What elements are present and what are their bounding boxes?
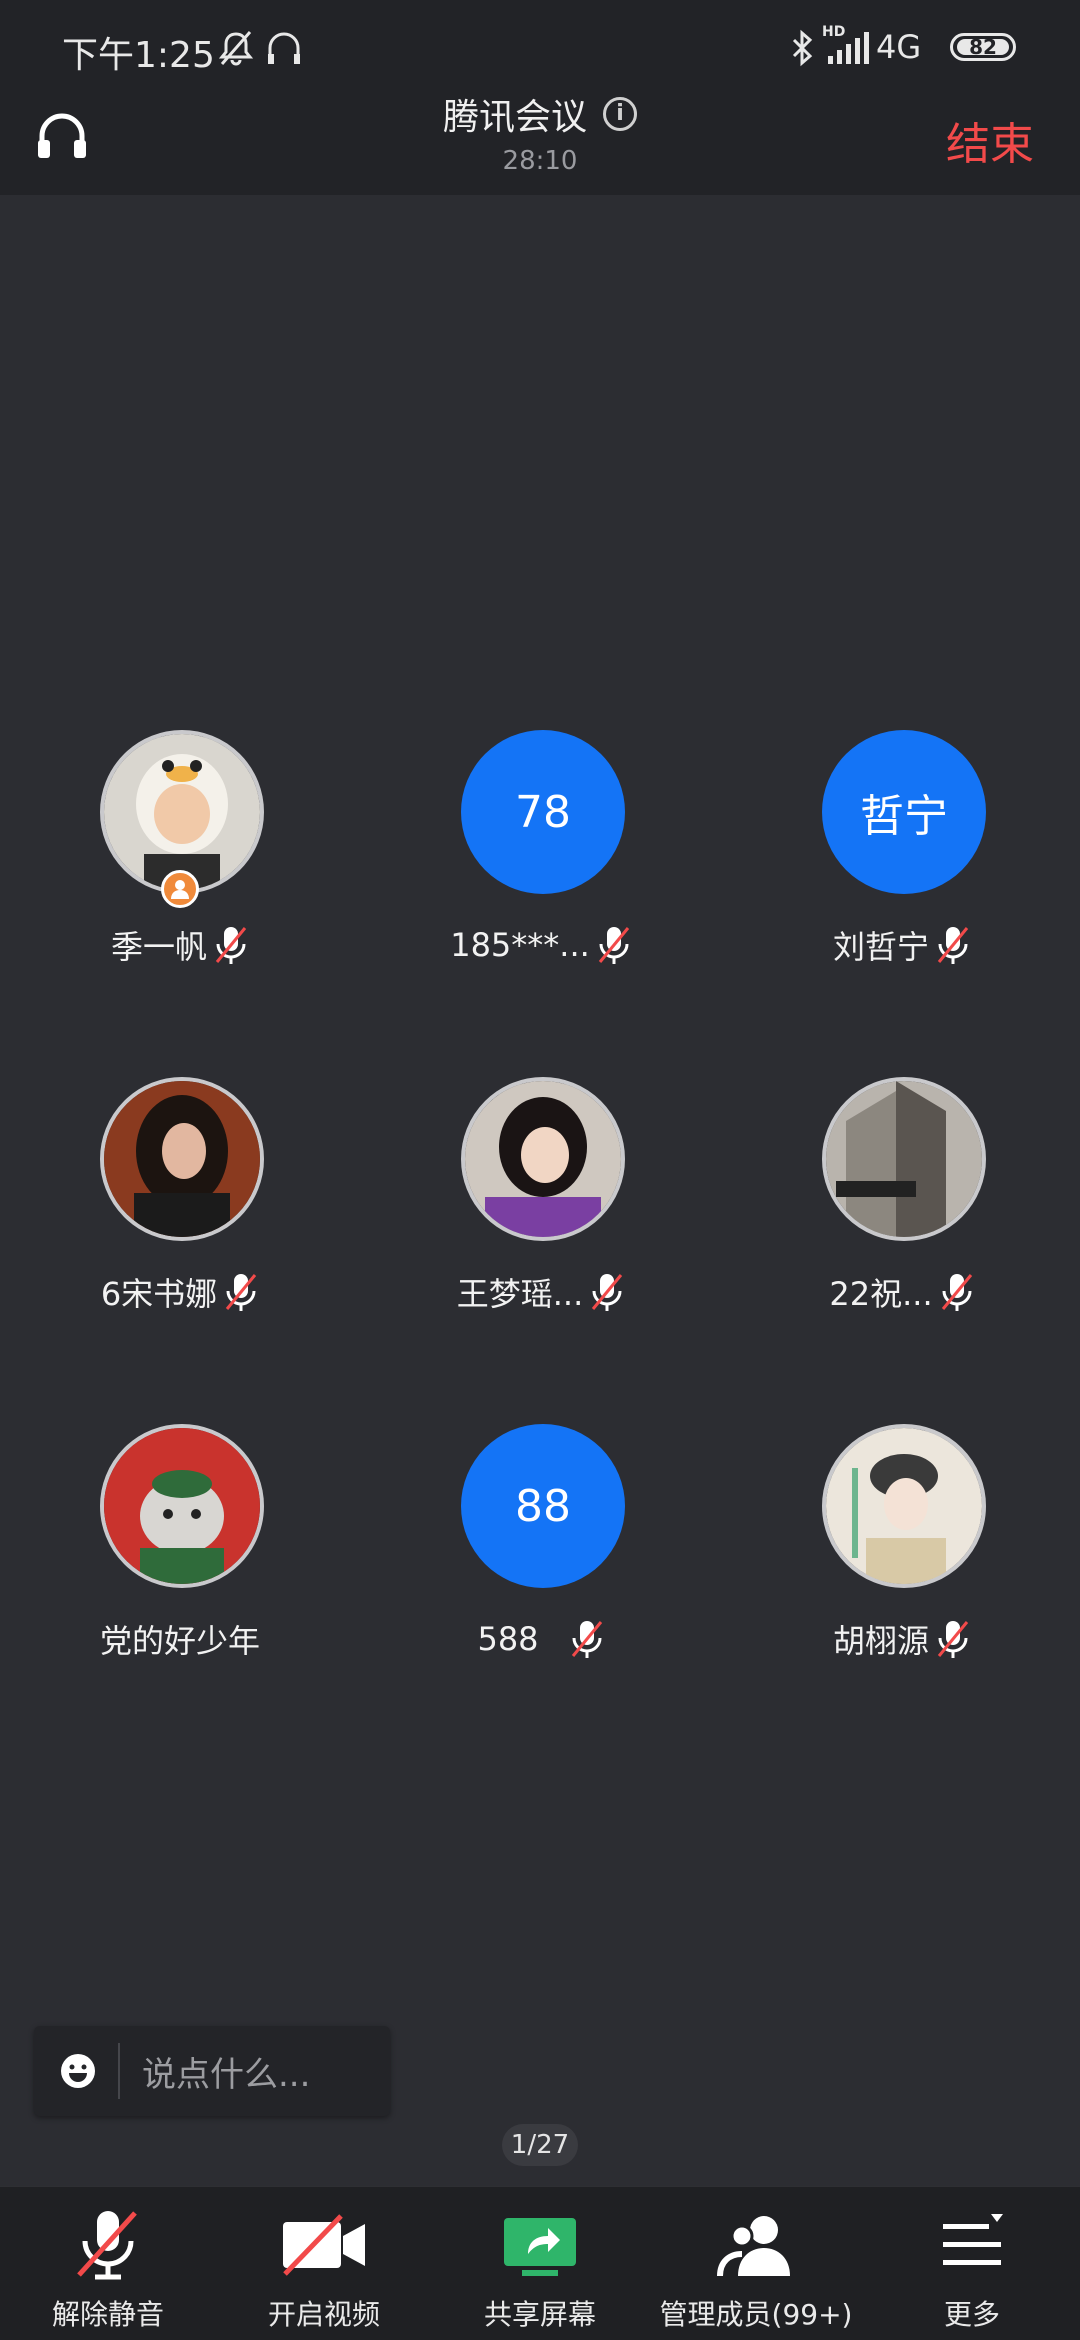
headphone-status-icon [268, 32, 300, 64]
participant-tile[interactable]: 季一帆 [60, 730, 300, 990]
participant-tile[interactable]: 22祝... [782, 1077, 1022, 1337]
unmute-button[interactable]: 解除静音 [0, 2187, 216, 2340]
participant-label: 王梦瑶... [421, 1267, 661, 1317]
participant-label: 6宋书娜 [60, 1267, 300, 1317]
participant-name: 王梦瑶... [456, 1275, 584, 1313]
unmute-label: 解除静音 [51, 2298, 164, 2331]
participant-avatar [100, 1077, 264, 1241]
participant-avatar [822, 1424, 986, 1588]
chat-placeholder: 说点什么... [142, 2054, 311, 2095]
mic-off-icon [77, 2211, 137, 2280]
mic-muted-icon [215, 927, 247, 964]
participant-tile[interactable]: 88 588 [421, 1424, 661, 1684]
emoji-icon[interactable] [60, 2053, 96, 2089]
participant-name: 6宋书娜 [100, 1275, 218, 1313]
more-label: 更多 [943, 2298, 1000, 2331]
participant-label: 588 [421, 1614, 661, 1664]
signal-icon [828, 32, 869, 64]
participant-label: 刘哲宁 [782, 920, 1022, 970]
bottom-toolbar: 解除静音 开启视频 共享屏幕 管理成员(99+) 更多 [0, 2186, 1080, 2340]
members-icon [717, 2216, 790, 2277]
status-time: 下午1:25 [62, 35, 215, 76]
mic-muted-icon [592, 1274, 623, 1311]
participant-label: 党的好少年 [60, 1614, 300, 1664]
manage-members-label: 管理成员(99+) [659, 2298, 853, 2331]
participant-tile[interactable]: 哲宁 刘哲宁 [782, 730, 1022, 990]
share-screen-label: 共享屏幕 [483, 2298, 596, 2331]
battery-indicator: 82 [950, 33, 1016, 61]
participant-tile[interactable]: 胡栩源 [782, 1424, 1022, 1684]
participant-label: 185***... [421, 920, 661, 970]
mic-muted-icon [226, 1274, 257, 1311]
participant-avatar [461, 1077, 625, 1241]
participant-label: 22祝... [782, 1267, 1022, 1317]
participant-name: 刘哲宁 [832, 928, 929, 966]
mic-muted-icon [941, 1274, 972, 1311]
mic-muted-icon [937, 927, 969, 964]
mic-muted-icon [571, 1621, 602, 1658]
page-indicator: 1/27 [502, 2124, 578, 2166]
participant-avatar: 78 [461, 730, 625, 894]
participant-tile[interactable]: 王梦瑶... [421, 1077, 661, 1337]
mic-muted-icon [598, 927, 629, 964]
participant-name: 185***... [450, 926, 590, 964]
bluetooth-icon [792, 29, 813, 67]
mic-muted-icon [937, 1621, 969, 1658]
participant-avatar: 88 [461, 1424, 625, 1588]
top-bar: 下午1:25 HD 4G 82 腾讯会议 i 28:10 结束 [0, 0, 1080, 195]
meeting-title[interactable]: 腾讯会议 i [0, 88, 1080, 140]
start-video-label: 开启视频 [267, 2298, 380, 2331]
participant-name: 胡栩源 [832, 1622, 929, 1660]
participant-name: 588 [477, 1620, 539, 1658]
participant-name: 季一帆 [110, 928, 207, 966]
more-button[interactable]: 更多 [864, 2187, 1080, 2340]
manage-members-button[interactable]: 管理成员(99+) [648, 2187, 864, 2340]
bell-off-icon [218, 31, 254, 66]
participant-avatar [822, 1077, 986, 1241]
participant-tile[interactable]: 党的好少年 [60, 1424, 300, 1684]
more-menu-icon [943, 2214, 1003, 2265]
meeting-screen: 下午1:25 HD 4G 82 腾讯会议 i 28:10 结束 季一帆 78 1… [0, 0, 1080, 2340]
network-label: 4G [876, 28, 922, 66]
participant-name: 党的好少年 [99, 1622, 260, 1660]
video-off-icon [283, 2214, 365, 2276]
meeting-title-text: 腾讯会议 [442, 97, 587, 138]
chat-divider [118, 2043, 120, 2099]
share-screen-button[interactable]: 共享屏幕 [432, 2187, 648, 2340]
participant-tile[interactable]: 6宋书娜 [60, 1077, 300, 1337]
chat-input[interactable]: 说点什么... [34, 2026, 390, 2116]
host-badge-icon [161, 870, 199, 908]
info-icon[interactable]: i [603, 97, 637, 131]
participant-avatar [100, 1424, 264, 1588]
participant-name: 22祝... [829, 1275, 933, 1313]
participant-tile[interactable]: 78 185***... [421, 730, 661, 990]
participant-label: 季一帆 [60, 920, 300, 970]
share-screen-icon [504, 2218, 576, 2276]
battery-level: 82 [969, 35, 997, 59]
end-meeting-button[interactable]: 结束 [946, 108, 1034, 172]
participant-label: 胡栩源 [782, 1614, 1022, 1664]
participant-avatar: 哲宁 [822, 730, 986, 894]
meeting-timer: 28:10 [502, 146, 578, 176]
start-video-button[interactable]: 开启视频 [216, 2187, 432, 2340]
